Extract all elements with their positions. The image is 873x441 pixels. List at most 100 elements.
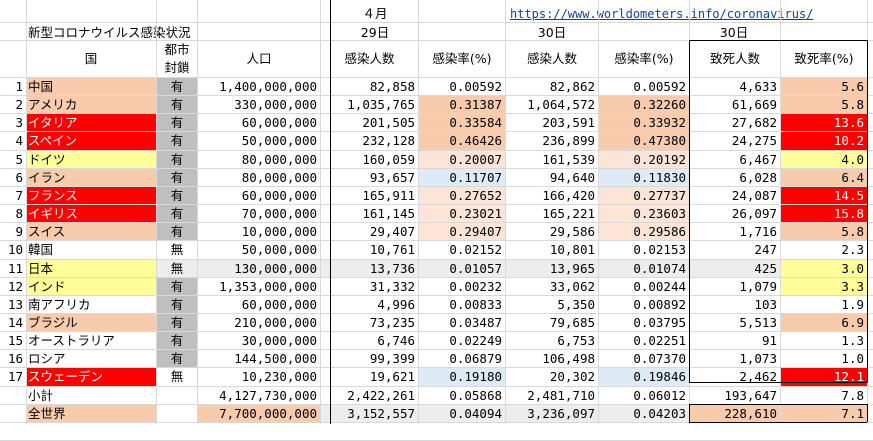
cell-pop: 1,400,000,000 [219,79,317,94]
grid-line [689,382,867,383]
cell-lock: 無 [170,242,184,258]
cell-r29: 0.29407 [419,223,505,242]
cell-fat: 12.1 [781,368,867,387]
cell-pop: 80,000,000 [241,169,317,185]
grid-line [0,95,873,96]
cell-c29: 73,235 [369,314,415,330]
cell-c30: 5,350 [557,296,595,312]
cell-fat: 14.5 [781,186,867,205]
cell-lock: 有 [157,132,197,151]
spreadsheet: 新型コロナウイルス感染状況 ４月 https://www.worldometer… [0,0,873,441]
header-cases-30: 感染人数 [526,51,577,66]
cell-fat: 1.0 [841,351,864,367]
grid-line [0,222,873,223]
cell-r30: 0.11830 [599,168,689,187]
cell-r30: 0.47380 [599,132,689,151]
cell-c29: 160,059 [362,151,415,167]
cell-country: 韓国 [28,242,54,258]
cell-fat: 13.6 [781,114,867,133]
grid-line [0,168,873,169]
grid-line [867,40,868,383]
grid-line [0,386,873,387]
cell-c30: 203,591 [542,115,595,131]
cell-pop: 130,000,000 [234,260,317,276]
grid-line [598,0,599,424]
cell-pop: 330,000,000 [234,97,317,113]
cell-r30: 0.03795 [633,314,686,330]
cell-no: 16 [7,351,23,367]
cell-c30: 6,753 [557,333,595,349]
grid-line [0,186,873,187]
cell-pop: 10,230,000 [241,369,317,385]
grid-line [0,22,873,23]
cell-country: フランス [26,186,156,205]
cell-no: 9 [15,224,23,240]
cell-fat: 15.8 [781,205,867,224]
cell-c30: 94,640 [549,169,595,185]
subtotal-r30: 0.06012 [633,387,686,403]
cell-c29: 165,911 [362,187,415,203]
cell-lock: 無 [170,369,184,385]
cell-c30: 79,685 [549,314,595,330]
cell-lock: 有 [157,186,197,205]
cell-c29: 82,858 [369,79,415,94]
header-rate-29: 感染率(%) [432,51,492,66]
header-fatality: 致死率(%) [794,51,854,66]
cell-deaths: 26,097 [731,206,777,222]
cell-fat: 2.3 [841,242,864,258]
cell-r30: 0.33932 [599,114,689,133]
cell-fat: 6.4 [781,168,867,187]
world-label: 全世界 [26,404,156,423]
cell-country: ドイツ [26,150,156,169]
cell-deaths: 4,633 [739,79,777,94]
cell-no: 8 [15,206,23,222]
cell-r29: 0.00232 [449,278,502,294]
cell-deaths: 24,087 [731,187,777,203]
cell-r29: 0.31387 [419,96,505,115]
cell-deaths: 24,275 [731,133,777,149]
cell-no: 17 [7,369,23,385]
grid-line [0,277,873,278]
cell-deaths: 6,467 [739,151,777,167]
grid-line [330,0,331,424]
header-rate-30: 感染率(%) [614,51,674,66]
header-deaths: 致死人数 [709,51,760,66]
cell-lock: 有 [157,332,197,351]
cell-fat: 5.6 [781,78,867,96]
cell-c29: 19,621 [369,369,415,385]
cell-r29: 0.33584 [419,114,505,133]
cell-country: イタリア [26,114,156,133]
world-c30: 3,236,097 [506,404,598,423]
grid-line [197,0,198,424]
cell-pop: 1,353,000,000 [219,278,317,294]
cell-deaths: 247 [754,242,777,258]
cell-r29: 0.11707 [419,168,505,187]
cell-deaths: 61,669 [731,97,777,113]
cell-r30: 0.29586 [599,223,689,242]
cell-r29: 0.06879 [449,351,502,367]
cell-lock: 有 [157,313,197,332]
cell-pop: 50,000,000 [241,242,317,258]
cell-c29: 13,736 [369,260,415,276]
cell-pop: 60,000,000 [241,115,317,131]
cell-pop: 50,000,000 [241,133,317,149]
cell-pop: 60,000,000 [241,296,317,312]
cell-c29: 6,746 [377,333,415,349]
cell-lock: 有 [157,168,197,187]
cell-c30: 10,801 [549,242,595,258]
world-c29: 3,152,557 [321,404,418,423]
source-url[interactable]: https://www.worldometers.info/coronaviru… [510,7,813,21]
header-lockdown-2: 封鎖 [164,60,190,75]
grid-line [689,404,690,422]
cell-r29: 0.00592 [449,79,502,94]
grid-line [867,404,868,422]
cell-country: ロシア [28,351,66,367]
cell-c30: 236,899 [542,133,595,149]
cell-deaths: 6,028 [739,169,777,185]
cell-fat: 5.8 [781,96,867,115]
cell-lock: 有 [157,350,197,369]
grid-line [0,313,873,314]
cell-no: 3 [15,115,23,131]
cell-no: 14 [7,314,23,330]
cell-c29: 10,761 [369,242,415,258]
